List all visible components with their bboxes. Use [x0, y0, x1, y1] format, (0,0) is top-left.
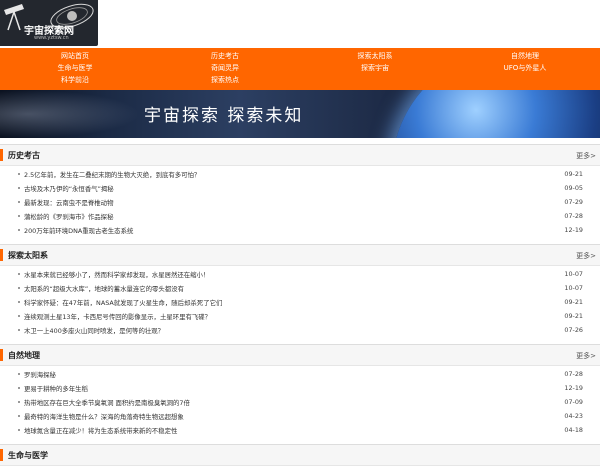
list-item[interactable]: 太阳系的“超级大水库”，地球的蓄水量连它的零头都没有 10-07	[0, 281, 600, 295]
planet-image	[392, 90, 600, 138]
list-item[interactable]: 蒲松龄的《罗刹海市》作品探秘 07-28	[0, 209, 600, 223]
list-item[interactable]: 水星本来就已经够小了，然而科学家却发现，水星居然还在缩小！ 10-07	[0, 267, 600, 281]
bullet-icon	[18, 387, 20, 389]
banner-slogan: 宇宙探索 探索未知	[144, 106, 304, 126]
list-item[interactable]: 热带地区存在巨大全季节臭氧洞 面积约是南极臭氧洞的7倍 07-09	[0, 395, 600, 409]
list-item[interactable]: 连续观测土星13年，卡西尼号传回的影像显示，土星环里有飞碟？ 09-21	[0, 309, 600, 323]
bullet-icon	[18, 273, 20, 275]
nav-mystery[interactable]: 奇闻灵异	[150, 63, 300, 73]
bullet-icon	[18, 187, 20, 189]
list-item[interactable]: 木卫一上400多座火山同时喷发，是何等的壮观？ 07-26	[0, 323, 600, 337]
section-accent-bar	[0, 349, 3, 361]
list-item[interactable]: 最奇特的海洋生物是什么？深海的角落奇特生物远超想象 04-23	[0, 409, 600, 423]
section-life-medicine: 生命与医学	[0, 444, 600, 466]
more-link[interactable]: 更多>	[576, 251, 596, 261]
section-header: 生命与医学	[0, 444, 600, 466]
section-header: 探索太阳系 更多>	[0, 244, 600, 266]
more-link[interactable]: 更多>	[576, 151, 596, 161]
logo-url: www.yztsw.cn	[34, 35, 69, 41]
site-logo[interactable]: 宇宙探索网 www.yztsw.cn	[0, 0, 98, 46]
bullet-icon	[18, 287, 20, 289]
section-geography: 自然地理 更多> 罗刹海探秘 07-28 更易于耕种的多年生稻 12-19 热带地区…	[0, 344, 600, 437]
article-list: 水星本来就已经够小了，然而科学家却发现，水星居然还在缩小！ 10-07 太阳系的“…	[0, 266, 600, 337]
list-item[interactable]: 最新发现：云南虫不是脊椎动物 07-29	[0, 195, 600, 209]
section-header: 历史考古 更多>	[0, 144, 600, 166]
article-list: 2.5亿年前，发生在二叠纪末期的生物大灭绝，到底有多可怕？ 09-21 古埃及木乃…	[0, 166, 600, 237]
list-item[interactable]: 科学家怀疑：在47年前，NASA就发现了火星生命，随后却杀死了它们 09-21	[0, 295, 600, 309]
bullet-icon	[18, 173, 20, 175]
more-link[interactable]: 更多>	[576, 351, 596, 361]
section-accent-bar	[0, 449, 3, 461]
bullet-icon	[18, 373, 20, 375]
section-accent-bar	[0, 249, 3, 261]
nav-solar-system[interactable]: 探索太阳系	[300, 51, 450, 61]
bullet-icon	[18, 229, 20, 231]
banner-glow	[0, 90, 140, 138]
section-history: 历史考古 更多> 2.5亿年前，发生在二叠纪末期的生物大灭绝，到底有多可怕？ 09…	[0, 144, 600, 237]
site-header: 宇宙探索网 www.yztsw.cn	[0, 0, 600, 48]
bullet-icon	[18, 415, 20, 417]
section-title: 自然地理	[8, 351, 40, 360]
nav-science[interactable]: 科学前沿	[0, 75, 150, 85]
nav-universe[interactable]: 探索宇宙	[300, 63, 450, 73]
list-item[interactable]: 罗刹海探秘 07-28	[0, 367, 600, 381]
list-item[interactable]: 古埃及木乃伊的“永恒香气”揭秘 09-05	[0, 181, 600, 195]
nav-home[interactable]: 网站首页	[0, 51, 150, 61]
hero-banner: 宇宙探索 探索未知	[0, 90, 600, 138]
nav-hot-topics[interactable]: 探索热点	[150, 75, 300, 85]
nav-life-medicine[interactable]: 生命与医学	[0, 63, 150, 73]
bullet-icon	[18, 215, 20, 217]
section-accent-bar	[0, 149, 3, 161]
bullet-icon	[18, 401, 20, 403]
section-title: 历史考古	[8, 151, 40, 160]
section-header: 自然地理 更多>	[0, 344, 600, 366]
section-solar-system: 探索太阳系 更多> 水星本来就已经够小了，然而科学家却发现，水星居然还在缩小！ 1…	[0, 244, 600, 337]
list-item[interactable]: 地球氮含量正在减少！将为生态系统带来新的不稳定性 04-18	[0, 423, 600, 437]
bullet-icon	[18, 315, 20, 317]
list-item[interactable]: 200万年前环境DNA重现古老生态系统 12-19	[0, 223, 600, 237]
bullet-icon	[18, 329, 20, 331]
nav-geography[interactable]: 自然地理	[450, 51, 600, 61]
bullet-icon	[18, 429, 20, 431]
main-nav: 网站首页 历史考古 探索太阳系 自然地理 生命与医学 奇闻灵异 探索宇宙 UFO…	[0, 48, 600, 90]
nav-history[interactable]: 历史考古	[150, 51, 300, 61]
section-title: 探索太阳系	[8, 251, 48, 260]
list-item[interactable]: 更易于耕种的多年生稻 12-19	[0, 381, 600, 395]
list-item[interactable]: 2.5亿年前，发生在二叠纪末期的生物大灭绝，到底有多可怕？ 09-21	[0, 167, 600, 181]
bullet-icon	[18, 201, 20, 203]
section-title: 生命与医学	[8, 451, 48, 460]
nav-ufo[interactable]: UFO与外星人	[450, 63, 600, 73]
article-list: 罗刹海探秘 07-28 更易于耕种的多年生稻 12-19 热带地区存在巨大全季节臭氧…	[0, 366, 600, 437]
bullet-icon	[18, 301, 20, 303]
